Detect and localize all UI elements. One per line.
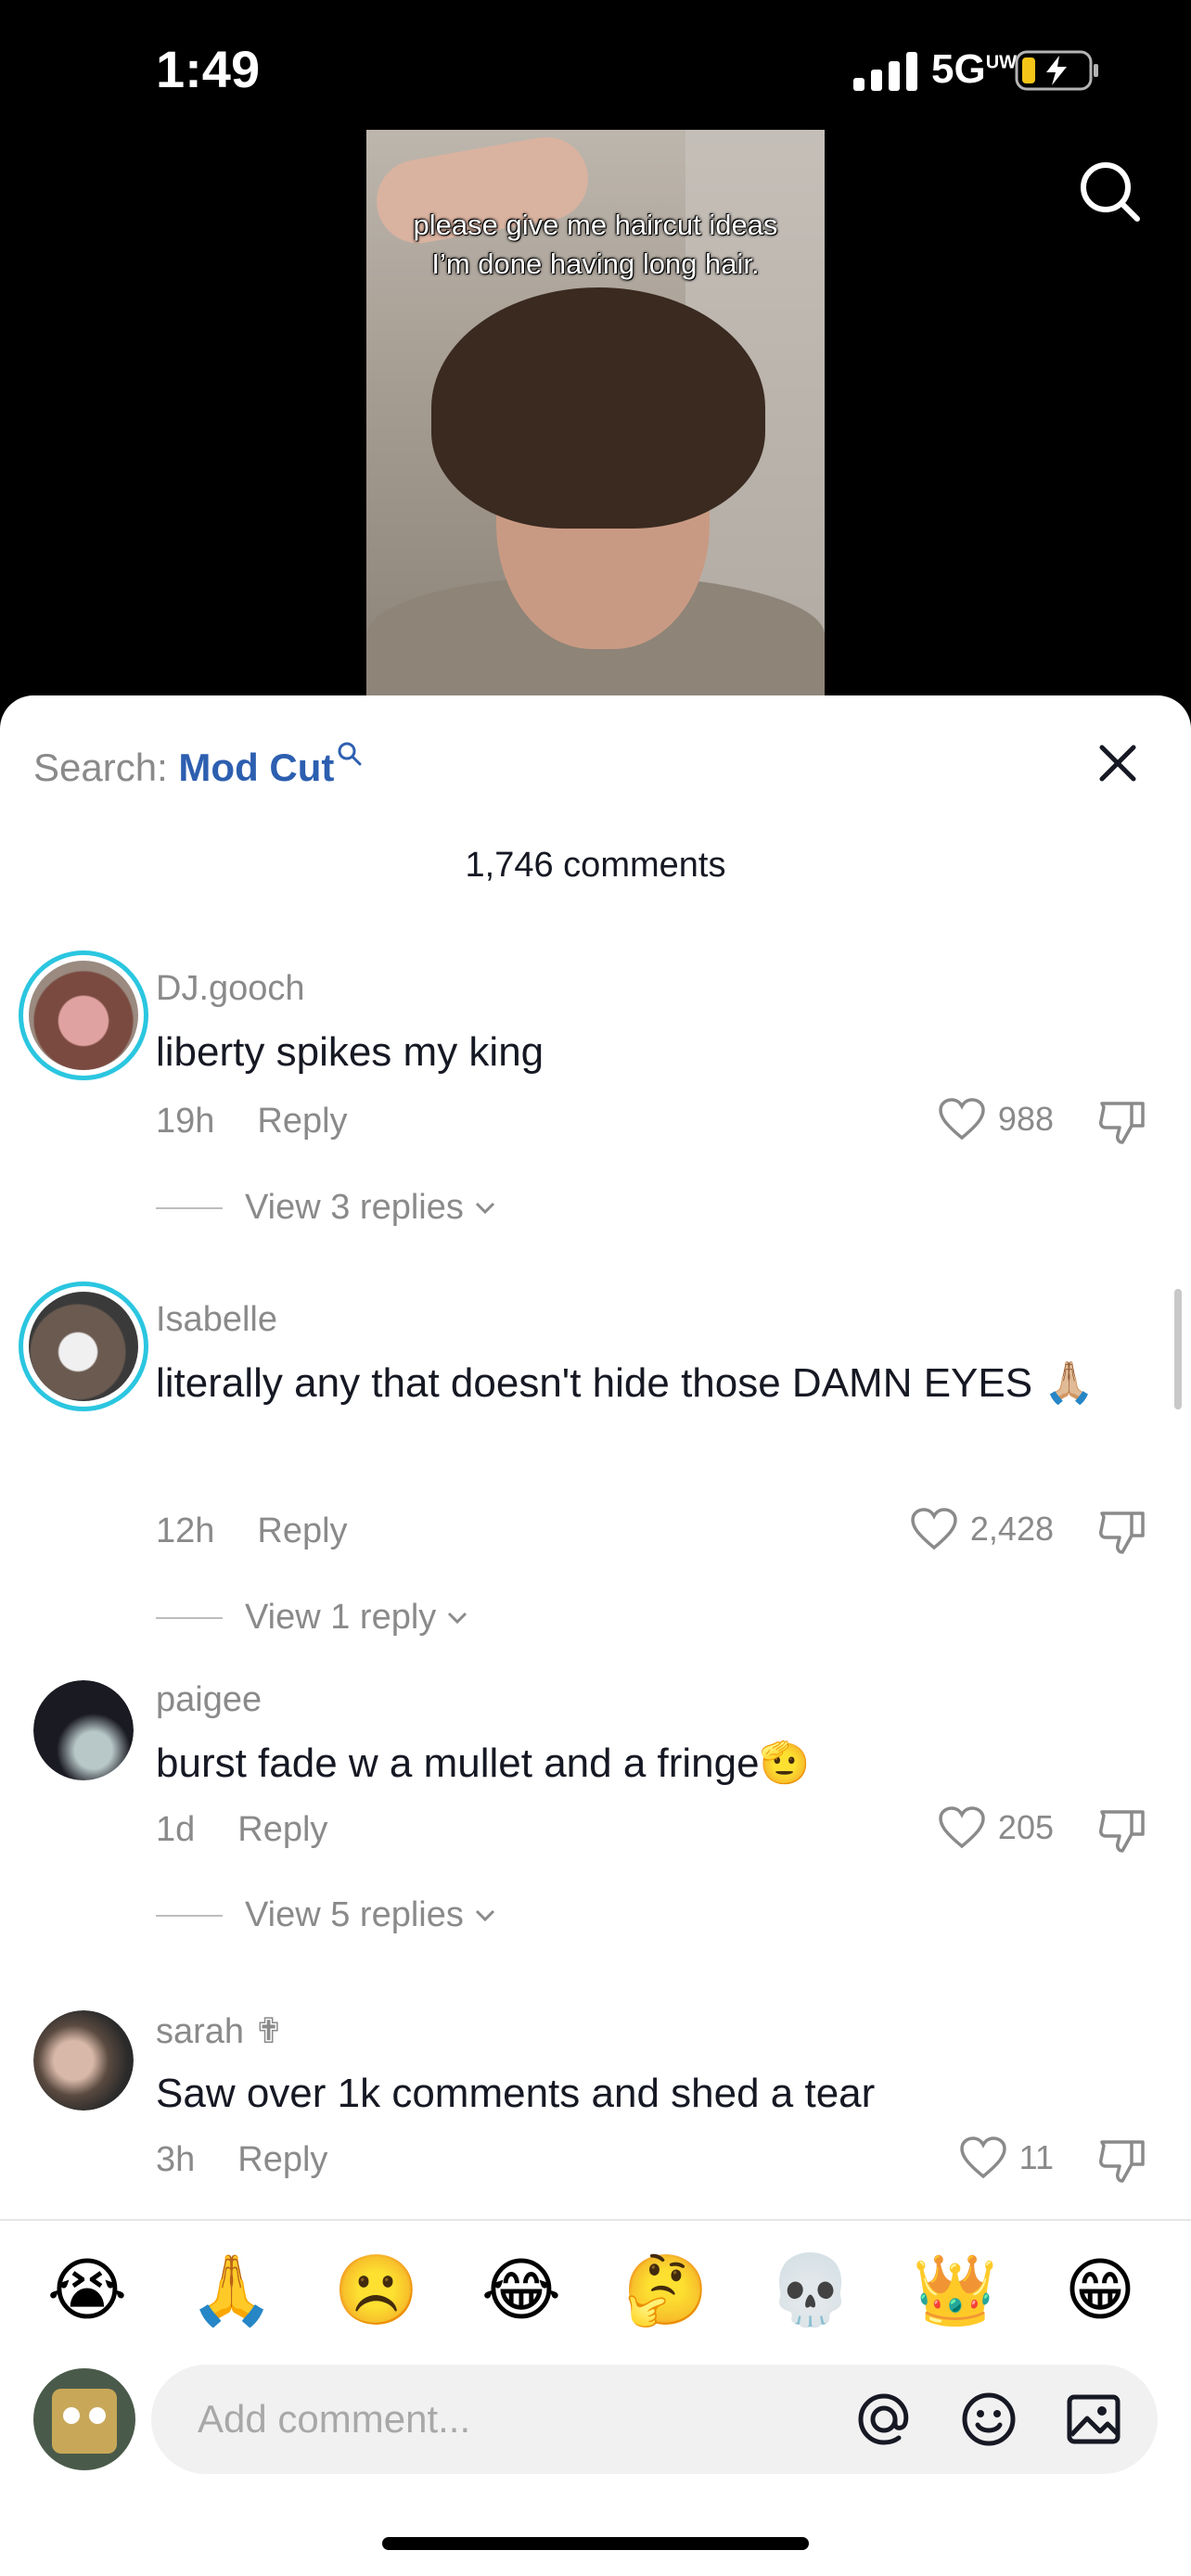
video-hair	[431, 287, 765, 529]
comment-input[interactable]	[198, 2387, 847, 2452]
comment-username[interactable]: Isabelle	[156, 1300, 277, 1340]
replies-divider	[156, 1206, 223, 1209]
like-count: 2,428	[969, 1510, 1054, 1548]
comment-time: 12h	[156, 1511, 215, 1550]
chevron-down-icon	[475, 1909, 494, 1921]
comment-time: 1d	[156, 1810, 196, 1849]
view-replies-label: View 5 replies	[245, 1895, 464, 1934]
search-term-link[interactable]: Mod Cut	[178, 746, 334, 789]
status-bar: 1:49 5GUW	[0, 0, 1191, 130]
dislike-icon[interactable]	[1096, 1096, 1148, 1148]
dislike-icon[interactable]	[1096, 1804, 1148, 1856]
close-icon[interactable]	[1095, 740, 1141, 786]
comment-time: 3h	[156, 2140, 196, 2179]
comment-time: 19h	[156, 1102, 215, 1141]
at-icon[interactable]	[853, 2389, 915, 2450]
heart-icon	[911, 1508, 957, 1550]
emoji-loudly-crying[interactable]: 😭	[41, 2244, 134, 2337]
reply-button[interactable]: Reply	[237, 1810, 327, 1849]
dislike-icon[interactable]	[1096, 2135, 1148, 2187]
reply-button[interactable]: Reply	[237, 2140, 327, 2179]
comment-text: liberty spikes my king	[156, 1029, 544, 1075]
network-label: 5GUW	[931, 46, 1017, 93]
search-icon[interactable]	[1078, 159, 1143, 224]
comment-composer	[151, 2365, 1158, 2474]
emoji-icon[interactable]	[958, 2389, 1019, 2450]
search-suggestion[interactable]: Search: Mod Cut	[33, 740, 364, 790]
scrollbar[interactable]	[1174, 1289, 1182, 1409]
avatar[interactable]	[33, 1680, 134, 1780]
replies-divider	[156, 1616, 223, 1619]
heart-icon	[939, 1098, 985, 1141]
quick-emoji-bar: 😭 🙏 ☹️ 😂 🤔 💀 👑 😁	[0, 2244, 1191, 2337]
comment-meta: 3h Reply	[156, 2140, 327, 2180]
battery-charging-icon	[1015, 50, 1098, 91]
replies-divider	[156, 1914, 223, 1917]
network-sub: UW	[985, 52, 1018, 73]
image-icon[interactable]	[1063, 2389, 1124, 2450]
like-button[interactable]: 988	[937, 1097, 1054, 1141]
view-replies-label: View 3 replies	[245, 1188, 464, 1227]
like-count: 988	[997, 1100, 1054, 1138]
network-type: 5G	[931, 46, 986, 92]
like-count: 205	[997, 1808, 1054, 1846]
video-preview[interactable]: please give me haircut ideas I’m done ha…	[366, 130, 825, 695]
comment-username[interactable]: sarah ✟	[156, 2010, 283, 2052]
composer-divider	[0, 2219, 1191, 2221]
chevron-down-icon	[475, 1202, 494, 1214]
view-replies-button[interactable]: View 3 replies	[156, 1188, 497, 1228]
emoji-crown[interactable]: 👑	[909, 2244, 1002, 2337]
heart-icon	[939, 1806, 985, 1849]
like-button[interactable]: 205	[937, 1805, 1054, 1850]
emoji-frowning[interactable]: ☹️	[330, 2244, 423, 2337]
comment-meta: 12h Reply	[156, 1511, 348, 1551]
search-small-icon	[338, 742, 362, 766]
video-caption: please give me haircut ideas I’m done ha…	[366, 206, 825, 284]
like-button[interactable]: 2,428	[909, 1507, 1054, 1551]
avatar[interactable]	[19, 950, 148, 1080]
home-indicator[interactable]	[382, 2537, 809, 2550]
comment-text: burst fade w a mullet and a fringe🫡	[156, 1741, 811, 1786]
emoji-joy[interactable]: 😂	[475, 2244, 568, 2337]
comment-text: Saw over 1k comments and shed a tear	[156, 2071, 876, 2116]
emoji-thinking[interactable]: 🤔	[620, 2244, 712, 2337]
avatar[interactable]	[33, 2010, 134, 2111]
search-prefix: Search:	[33, 746, 168, 789]
chevron-down-icon	[448, 1612, 467, 1624]
my-avatar[interactable]	[33, 2368, 135, 2470]
reply-button[interactable]: Reply	[257, 1102, 347, 1141]
emoji-skull[interactable]: 💀	[764, 2244, 857, 2337]
comment-meta: 19h Reply	[156, 1102, 348, 1141]
video-caption-line1: please give me haircut ideas	[413, 209, 778, 241]
signal-icon	[853, 52, 917, 91]
view-replies-button[interactable]: View 5 replies	[156, 1895, 497, 1935]
status-time: 1:49	[156, 40, 261, 98]
like-count: 11	[1018, 2138, 1054, 2176]
emoji-pray[interactable]: 🙏	[186, 2244, 278, 2337]
comment-text: literally any that doesn't hide those DA…	[156, 1360, 1095, 1406]
avatar[interactable]	[19, 1282, 148, 1411]
comment-meta: 1d Reply	[156, 1810, 327, 1850]
like-button[interactable]: 11	[958, 2136, 1054, 2180]
dislike-icon[interactable]	[1096, 1506, 1148, 1558]
comment-username[interactable]: DJ.gooch	[156, 969, 305, 1009]
view-replies-button[interactable]: View 1 reply	[156, 1598, 469, 1638]
heart-icon	[959, 2136, 1006, 2179]
video-caption-line2: I’m done having long hair.	[431, 248, 760, 280]
emoji-grin[interactable]: 😁	[1054, 2244, 1146, 2337]
comment-count: 1,746 comments	[465, 846, 726, 885]
view-replies-label: View 1 reply	[245, 1598, 437, 1637]
reply-button[interactable]: Reply	[257, 1511, 347, 1550]
comment-username[interactable]: paigee	[156, 1680, 262, 1720]
